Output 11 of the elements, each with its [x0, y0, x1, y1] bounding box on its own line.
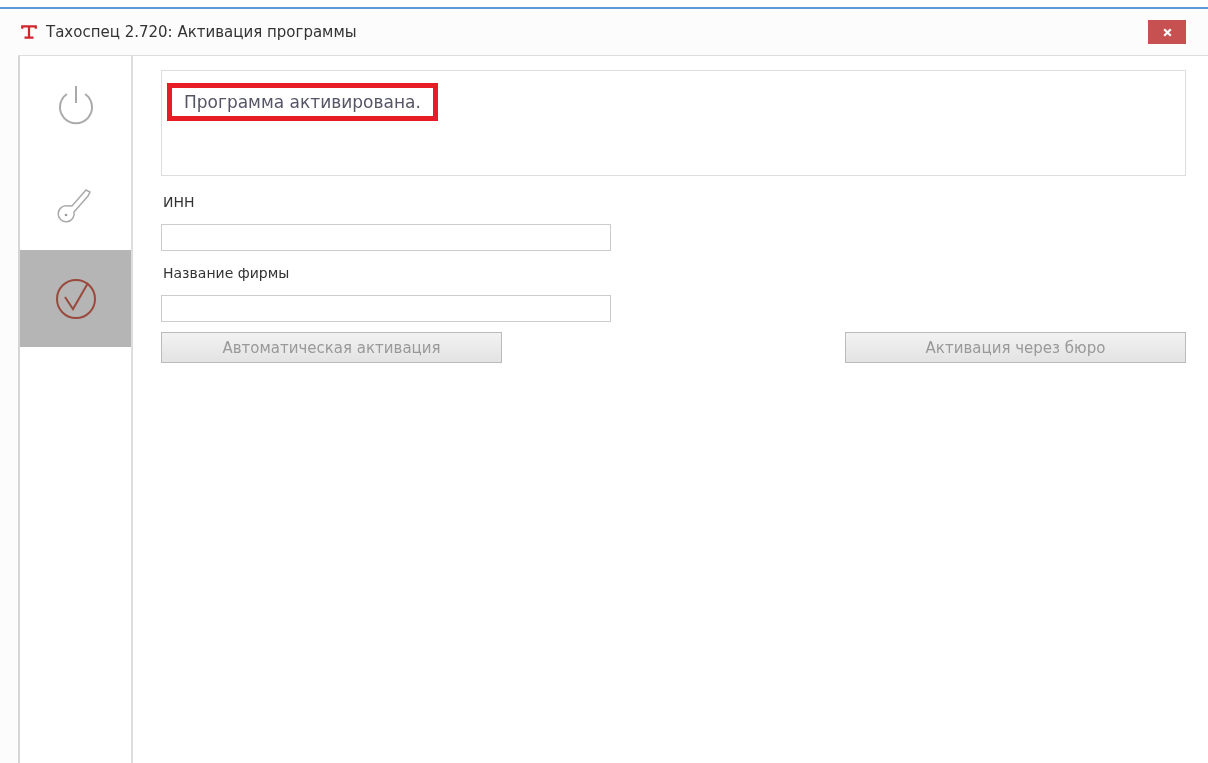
- status-message: Программа активирована.: [167, 83, 438, 121]
- field-label: Название фирмы: [163, 265, 290, 281]
- close-button[interactable]: [1148, 20, 1186, 44]
- sidebar-item[interactable]: [20, 250, 131, 347]
- input-field[interactable]: [161, 295, 611, 322]
- app-logo-icon: [20, 23, 38, 41]
- close-icon: [1161, 26, 1173, 38]
- window-title: Тахоспец 2.720: Активация программы: [46, 23, 358, 41]
- check-circle-icon: [53, 276, 98, 321]
- input-field[interactable]: [161, 224, 611, 251]
- field-label: ИНН: [163, 194, 195, 210]
